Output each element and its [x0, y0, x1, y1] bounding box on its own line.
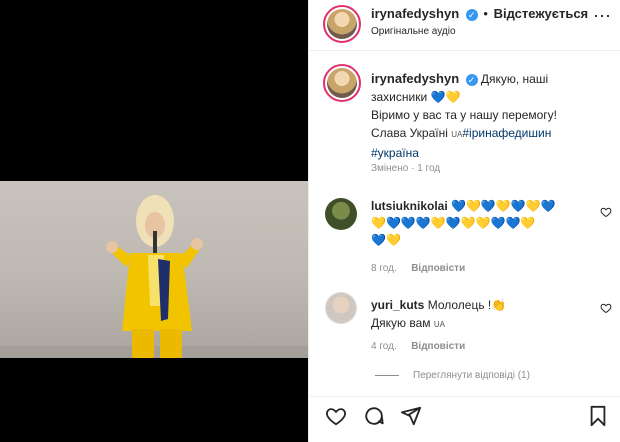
reply-button[interactable]: Відповісти [411, 341, 465, 352]
comment-time: 8 год. [371, 263, 397, 274]
share-icon[interactable] [400, 405, 422, 427]
view-replies-link[interactable]: Переглянути відповіді (1) [413, 370, 530, 381]
edited-time: Змінено · 1 год [371, 163, 441, 174]
view-replies[interactable]: Переглянути відповіді (1) [375, 370, 530, 381]
verified-badge-icon: ✓ [465, 73, 478, 86]
comment: yuri_kuts Мололець !👏 Дякую вам UA [371, 296, 591, 334]
follow-button[interactable]: Відстежується [494, 6, 589, 21]
comment-like-heart-icon[interactable] [600, 302, 612, 314]
header-separator: • [483, 6, 488, 21]
header-username[interactable]: irynafedyshyn [371, 6, 459, 21]
caption-line2: захисники 💙💛 [371, 90, 461, 104]
commenter-avatar[interactable] [325, 292, 357, 324]
hashtag-link[interactable]: #іринафедишин [462, 126, 551, 140]
singer-figure [0, 195, 308, 358]
caption-line1: Дякую, наші [480, 72, 549, 86]
comment-text: 💙💛💙💛💙💛💙 [451, 199, 556, 213]
more-options-icon[interactable]: ⋯ [593, 6, 611, 27]
comment: lutsiuknikolai 💙💛💙💛💙💛💙 💛💙💙💙💛💙💛💛💙💙💛 💙💛 [371, 198, 591, 249]
hashtag-link[interactable]: #україна [371, 146, 419, 160]
flag-ua: UA [433, 320, 445, 329]
comment-text: Дякую вам [371, 316, 434, 330]
comment-text: 💙💛 [371, 233, 401, 247]
comment-time: 4 год. [371, 341, 397, 352]
caption-line3: Віримо у вас та у нашу перемогу! [371, 108, 558, 122]
commenter-avatar[interactable] [325, 198, 357, 230]
avatar[interactable] [323, 5, 361, 43]
comment-like-heart-icon[interactable] [600, 206, 612, 218]
comment-text: 💛💙💙💙💛💙💛💛💙💙💛 [371, 216, 536, 230]
bookmark-icon[interactable] [588, 405, 608, 427]
verified-badge-icon: ✓ [465, 8, 478, 21]
post-sidebar: irynafedyshyn ✓ • Відстежується Оригінал… [308, 0, 620, 442]
post-media[interactable] [0, 0, 308, 442]
video-frame[interactable] [0, 181, 308, 358]
audio-label[interactable]: Оригінальне аудіо [371, 26, 456, 37]
caption-username[interactable]: irynafedyshyn [371, 71, 459, 86]
replies-divider [375, 375, 399, 376]
comment-username[interactable]: lutsiuknikolai [371, 199, 448, 213]
reply-button[interactable]: Відповісти [411, 263, 465, 274]
heart-icon[interactable] [325, 405, 347, 427]
comment-text: Мололець !👏 [427, 298, 507, 312]
comment-username[interactable]: yuri_kuts [371, 298, 424, 312]
comment-icon[interactable] [363, 405, 385, 427]
post-header: irynafedyshyn ✓ • Відстежується Оригінал… [309, 0, 620, 51]
flag-ua: UA [451, 130, 463, 139]
post-modal: irynafedyshyn ✓ • Відстежується Оригінал… [0, 0, 620, 442]
caption: irynafedyshyn ✓ Дякую, наші захисники 💙💛… [371, 70, 611, 162]
action-bar-divider [309, 396, 620, 397]
caption-line4: Слава Україні [371, 126, 452, 140]
caption-avatar[interactable] [323, 64, 361, 102]
